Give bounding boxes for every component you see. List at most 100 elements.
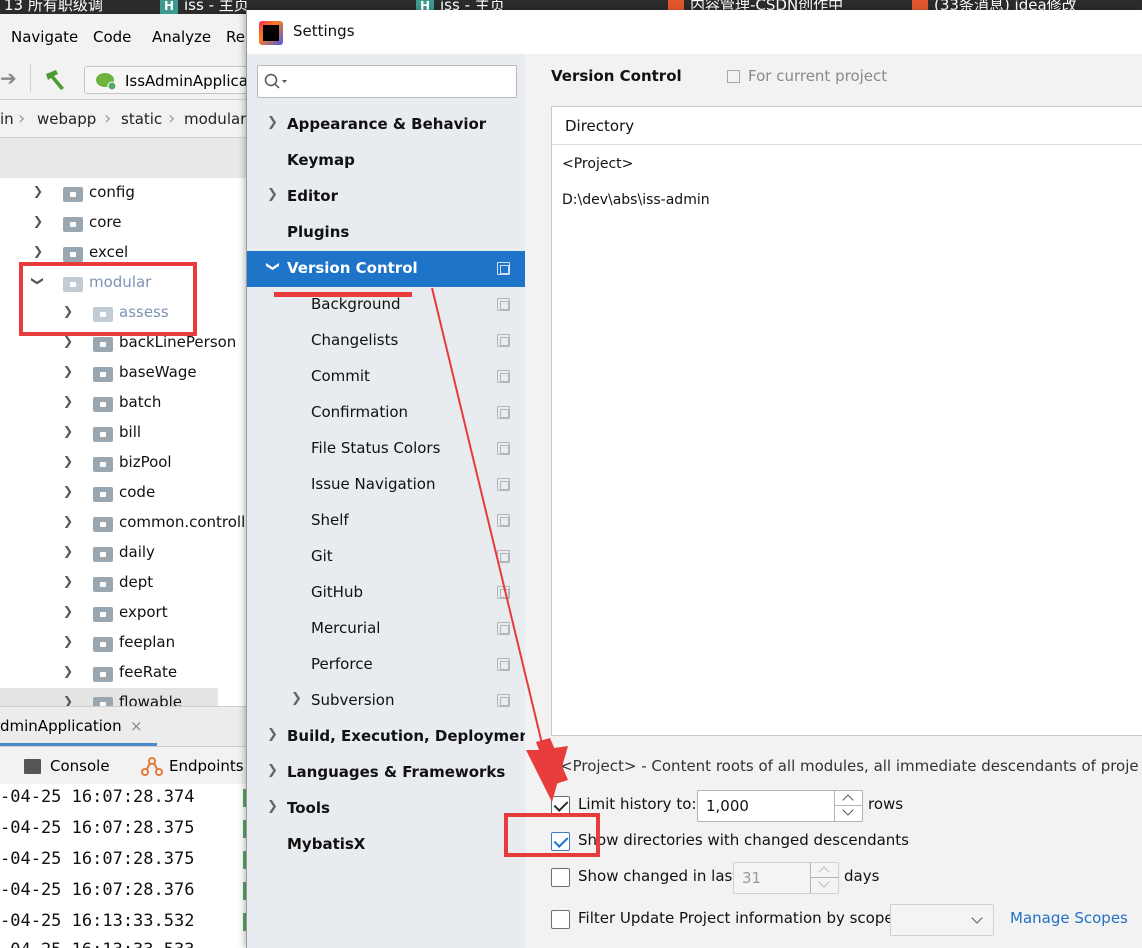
menu-analyze[interactable]: Analyze	[152, 28, 211, 46]
menu-navigate[interactable]: Navigate	[11, 28, 78, 46]
project-tree: ❯ config ❯ core ❯ excel ❯ modular ❯ assess ❯ b…	[0, 178, 250, 706]
breadcrumb-item[interactable]: webapp	[37, 110, 96, 128]
stepper-buttons[interactable]	[834, 791, 863, 821]
table-row[interactable]: <Project>	[562, 156, 633, 172]
run-tab[interactable]: dminApplication ×	[0, 706, 250, 746]
breadcrumb-separator: ›	[18, 108, 26, 129]
chevron-right-icon[interactable]: ❯	[63, 664, 73, 678]
tree-row[interactable]: ❯ daily	[0, 538, 250, 568]
chevron-right-icon[interactable]: ❯	[267, 115, 278, 130]
run-config-select[interactable]: IssAdminApplica	[84, 66, 250, 94]
nav-plugins[interactable]: Plugins	[247, 215, 525, 251]
chevron-right-icon[interactable]: ❯	[63, 334, 73, 348]
chevron-right-icon[interactable]: ❯	[63, 574, 73, 588]
show-directories-label: Show directories with changed descendant…	[578, 831, 909, 849]
filter-update-checkbox[interactable]	[551, 910, 570, 929]
tree-row[interactable]: ❯ bizPool	[0, 448, 250, 478]
chevron-right-icon[interactable]: ❯	[291, 691, 302, 706]
folder-icon	[93, 607, 113, 622]
breadcrumb-item[interactable]: in	[0, 110, 14, 128]
chevron-right-icon[interactable]: ❯	[267, 799, 278, 814]
chevron-right-icon[interactable]: ❯	[267, 727, 278, 742]
nav-editor[interactable]: ❯ Editor	[247, 179, 525, 215]
dialog-titlebar[interactable]: Settings	[247, 10, 1142, 54]
chevron-right-icon[interactable]: ❯	[267, 187, 278, 202]
chevron-right-icon[interactable]: ❯	[33, 244, 43, 258]
forward-arrow-icon[interactable]: ➔	[0, 66, 17, 90]
limit-history-label: Limit history to:	[578, 795, 697, 813]
tree-row[interactable]: ❯ core	[0, 208, 250, 238]
scope-select[interactable]	[890, 904, 994, 936]
tree-row[interactable]: ❯ export	[0, 598, 250, 628]
chevron-down-icon[interactable]	[818, 876, 830, 888]
folder-icon	[63, 247, 83, 262]
endpoints-icon	[141, 757, 163, 776]
chevron-down-icon[interactable]: ❯	[265, 261, 280, 272]
chevron-right-icon[interactable]: ❯	[33, 214, 43, 228]
chevron-right-icon[interactable]: ❯	[267, 763, 278, 778]
show-changed-checkbox[interactable]	[551, 868, 570, 887]
tree-row[interactable]: ❯ config	[0, 178, 250, 208]
column-header-directory[interactable]: Directory	[565, 117, 634, 135]
tree-row[interactable]: ❯ bill	[0, 418, 250, 448]
menu-code[interactable]: Code	[93, 28, 131, 46]
chevron-right-icon[interactable]: ❯	[63, 694, 73, 706]
chevron-right-icon[interactable]: ❯	[63, 364, 73, 378]
chevron-right-icon[interactable]: ❯	[63, 484, 73, 498]
console-tab[interactable]: Console	[50, 757, 110, 775]
chevron-right-icon[interactable]: ❯	[63, 634, 73, 648]
taskbar-tab[interactable]: 13 所有职级调	[0, 0, 103, 14]
chevron-right-icon[interactable]: ❯	[63, 604, 73, 618]
folder-icon	[93, 547, 113, 562]
chevron-right-icon[interactable]: ❯	[63, 514, 73, 528]
manage-scopes-link[interactable]: Manage Scopes	[1010, 909, 1128, 927]
tree-row[interactable]: ❯ common.controll	[0, 508, 250, 538]
tree-row[interactable]: ❯ dept	[0, 568, 250, 598]
chevron-right-icon[interactable]: ❯	[63, 424, 73, 438]
close-icon[interactable]: ×	[130, 717, 143, 735]
log-line: -04-25 16:13:33.533	[0, 940, 194, 948]
show-changed-stepper[interactable]: 31	[733, 862, 839, 894]
breadcrumb-separator: ›	[168, 108, 176, 129]
stepper-buttons[interactable]	[810, 863, 839, 893]
tree-row[interactable]: ❯ baseWage	[0, 358, 250, 388]
chevron-right-icon[interactable]: ❯	[63, 544, 73, 558]
taskbar-tab[interactable]: Hiss - 主页	[156, 0, 249, 14]
chevron-right-icon[interactable]: ❯	[33, 184, 43, 198]
tree-row[interactable]: ❯ flowable	[0, 688, 218, 706]
tree-row[interactable]: ❯ batch	[0, 388, 250, 418]
show-changed-label: Show changed in last	[578, 867, 739, 885]
nav-mybatisx[interactable]: MybatisX	[247, 827, 525, 863]
hammer-icon[interactable]	[42, 66, 68, 92]
spring-boot-icon	[96, 73, 117, 91]
breadcrumb-item[interactable]: modular	[184, 110, 246, 128]
table-row[interactable]: D:\dev\abs\iss-admin	[562, 192, 710, 208]
nav-keymap[interactable]: Keymap	[247, 143, 525, 179]
tree-row[interactable]: ❯ code	[0, 478, 250, 508]
chevron-down-icon	[971, 912, 983, 924]
log-line: -04-25 16:07:28.375	[0, 818, 195, 838]
settings-search-input[interactable]	[257, 65, 517, 98]
show-changed-unit: days	[844, 867, 880, 885]
ide-menubar: Navigate Code Analyze Re	[0, 14, 250, 60]
chevron-right-icon[interactable]: ❯	[63, 454, 73, 468]
project-scope-icon	[727, 70, 740, 83]
tree-row[interactable]: ❯ feeRate	[0, 658, 250, 688]
limit-history-stepper[interactable]: 1,000	[697, 790, 863, 822]
chevron-right-icon[interactable]: ❯	[63, 394, 73, 408]
show-changed-value: 31	[742, 869, 762, 887]
project-panel-header	[0, 138, 250, 178]
tree-row[interactable]: ❯ feeplan	[0, 628, 250, 658]
search-icon	[264, 73, 287, 89]
csdn-icon	[912, 0, 928, 10]
menu-refactor[interactable]: Re	[226, 28, 245, 46]
app-h-icon: H	[160, 0, 178, 14]
folder-icon	[63, 217, 83, 232]
folder-icon	[93, 667, 113, 682]
breadcrumb-item[interactable]: static	[121, 110, 162, 128]
chevron-down-icon[interactable]	[842, 804, 854, 816]
annotation-arrow	[431, 287, 568, 802]
nav-appearance-behavior[interactable]: ❯ Appearance & Behavior	[247, 107, 525, 143]
endpoints-tab[interactable]: Endpoints	[169, 757, 244, 775]
folder-icon	[93, 427, 113, 442]
